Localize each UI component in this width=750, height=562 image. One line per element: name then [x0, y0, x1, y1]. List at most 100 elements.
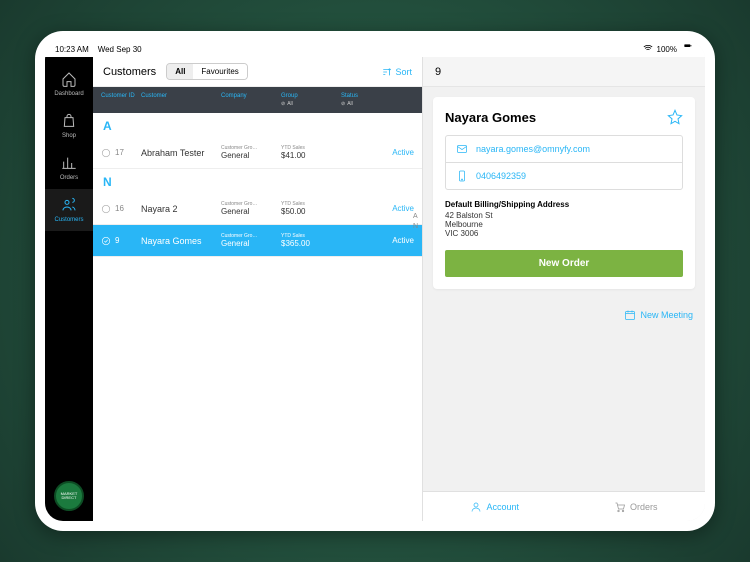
status-time: 10:23 AM — [55, 45, 89, 54]
check-circle-icon — [101, 148, 111, 158]
sidebar-label: Shop — [62, 133, 76, 139]
customer-list[interactable]: A17Abraham TesterCustomer Gro…GeneralYTD… — [93, 113, 422, 521]
wifi-icon — [643, 43, 653, 55]
row-sales: YTD Sales$41.00 — [281, 145, 341, 160]
column-headers: Customer ID Customer Company Group ⊘ All… — [93, 87, 422, 113]
screen: 10:23 AM Wed Sep 30 100% Dashboard — [45, 41, 705, 521]
phone-text: 0406492359 — [476, 171, 526, 181]
chart-icon — [61, 155, 77, 171]
customer-card: Nayara Gomes nayara.gomes@omnyfy.com 040… — [433, 97, 695, 289]
contact-box: nayara.gomes@omnyfy.com 0406492359 — [445, 135, 683, 190]
phone-icon — [456, 170, 468, 182]
alpha-index-letter[interactable]: N — [413, 223, 418, 230]
address-label: Default Billing/Shipping Address — [445, 200, 683, 209]
row-status: Active — [374, 204, 414, 213]
status-time-date: 10:23 AM Wed Sep 30 — [55, 45, 142, 54]
row-status: Active — [374, 236, 414, 245]
brand-logo: MARKET DIRECT — [54, 481, 84, 511]
row-id: 17 — [101, 148, 141, 158]
brand-logo-text: MARKET DIRECT — [56, 492, 82, 500]
sidebar-item-dashboard[interactable]: Dashboard — [45, 63, 93, 105]
sidebar: Dashboard Shop Orders Customers MARKET D… — [45, 57, 93, 521]
sort-label: Sort — [395, 67, 412, 77]
row-sales: YTD Sales$365.00 — [281, 233, 341, 248]
row-name: Abraham Tester — [141, 148, 221, 158]
sidebar-label: Orders — [60, 175, 78, 181]
header-company[interactable]: Company — [221, 93, 281, 107]
detail-footer: Account Orders — [423, 491, 705, 521]
tablet-frame: 10:23 AM Wed Sep 30 100% Dashboard — [35, 31, 715, 531]
person-icon — [470, 501, 482, 513]
battery-percent: 100% — [657, 45, 677, 54]
new-order-button[interactable]: New Order — [445, 250, 683, 277]
status-date: Wed Sep 30 — [98, 45, 142, 54]
address-line: 42 Balston St — [445, 211, 683, 220]
header-group-filter[interactable]: ⊘ All — [281, 101, 341, 107]
footer-tab-label: Orders — [630, 502, 658, 512]
sidebar-item-customers[interactable]: Customers — [45, 189, 93, 231]
header-name[interactable]: Customer — [141, 93, 221, 107]
sort-button[interactable]: Sort — [382, 67, 412, 77]
card-title-row: Nayara Gomes — [445, 109, 683, 125]
email-text: nayara.gomes@omnyfy.com — [476, 144, 590, 154]
customer-row[interactable]: 9Nayara GomesCustomer Gro…GeneralYTD Sal… — [93, 225, 422, 257]
header-id[interactable]: Customer ID — [101, 93, 141, 107]
app: Dashboard Shop Orders Customers MARKET D… — [45, 57, 705, 521]
header-status-filter[interactable]: ⊘ All — [341, 101, 391, 107]
people-icon — [61, 197, 77, 213]
new-meeting-button[interactable]: New Meeting — [423, 309, 693, 321]
cart-icon — [614, 501, 626, 513]
row-name: Nayara 2 — [141, 204, 221, 214]
home-icon — [61, 71, 77, 87]
calendar-icon — [624, 309, 636, 321]
row-status: Active — [374, 148, 414, 157]
detail-header: 9 — [423, 57, 705, 87]
header-group-label: Group — [281, 93, 341, 99]
status-bar: 10:23 AM Wed Sep 30 100% — [45, 41, 705, 57]
sidebar-item-orders[interactable]: Orders — [45, 147, 93, 189]
footer-tab-orders[interactable]: Orders — [614, 501, 658, 513]
alpha-index-letter[interactable]: A — [413, 213, 418, 220]
sidebar-item-shop[interactable]: Shop — [45, 105, 93, 147]
sort-icon — [382, 67, 392, 77]
alpha-index[interactable]: A N — [413, 213, 418, 230]
customers-panel: Customers All Favourites Sort Customer I… — [93, 57, 423, 521]
header-status[interactable]: Status ⊘ All — [341, 93, 391, 107]
email-row[interactable]: nayara.gomes@omnyfy.com — [446, 136, 682, 162]
sidebar-label: Dashboard — [54, 91, 83, 97]
address-line: Melbourne — [445, 220, 683, 229]
bag-icon — [61, 113, 77, 129]
battery-icon — [681, 44, 695, 54]
customers-title: Customers — [103, 66, 156, 78]
check-circle-icon — [101, 204, 111, 214]
section-letter: N — [93, 169, 422, 193]
phone-row[interactable]: 0406492359 — [446, 162, 682, 189]
detail-panel: 9 Nayara Gomes nayara.gomes@omnyfy.com — [423, 57, 705, 521]
section-letter: A — [93, 113, 422, 137]
row-id: 9 — [101, 236, 141, 246]
filter-segment: All Favourites — [166, 63, 248, 80]
footer-tab-label: Account — [486, 502, 519, 512]
sidebar-label: Customers — [54, 217, 83, 223]
new-meeting-label: New Meeting — [640, 310, 693, 320]
row-group: Customer Gro…General — [221, 201, 281, 216]
footer-tab-account[interactable]: Account — [470, 501, 519, 513]
header-status-label: Status — [341, 93, 391, 99]
row-name: Nayara Gomes — [141, 236, 221, 246]
star-icon[interactable] — [667, 109, 683, 125]
detail-id: 9 — [435, 66, 441, 78]
customer-name: Nayara Gomes — [445, 110, 536, 125]
address-line: VIC 3006 — [445, 229, 683, 238]
row-id: 16 — [101, 204, 141, 214]
segment-favourites[interactable]: Favourites — [193, 64, 246, 79]
check-circle-icon — [101, 236, 111, 246]
customer-row[interactable]: 17Abraham TesterCustomer Gro…GeneralYTD … — [93, 137, 422, 169]
customer-row[interactable]: 16Nayara 2Customer Gro…GeneralYTD Sales$… — [93, 193, 422, 225]
segment-all[interactable]: All — [167, 64, 193, 79]
status-right: 100% — [643, 43, 695, 55]
customers-header: Customers All Favourites Sort — [93, 57, 422, 87]
row-group: Customer Gro…General — [221, 233, 281, 248]
row-sales: YTD Sales$50.00 — [281, 201, 341, 216]
header-group[interactable]: Group ⊘ All — [281, 93, 341, 107]
row-group: Customer Gro…General — [221, 145, 281, 160]
